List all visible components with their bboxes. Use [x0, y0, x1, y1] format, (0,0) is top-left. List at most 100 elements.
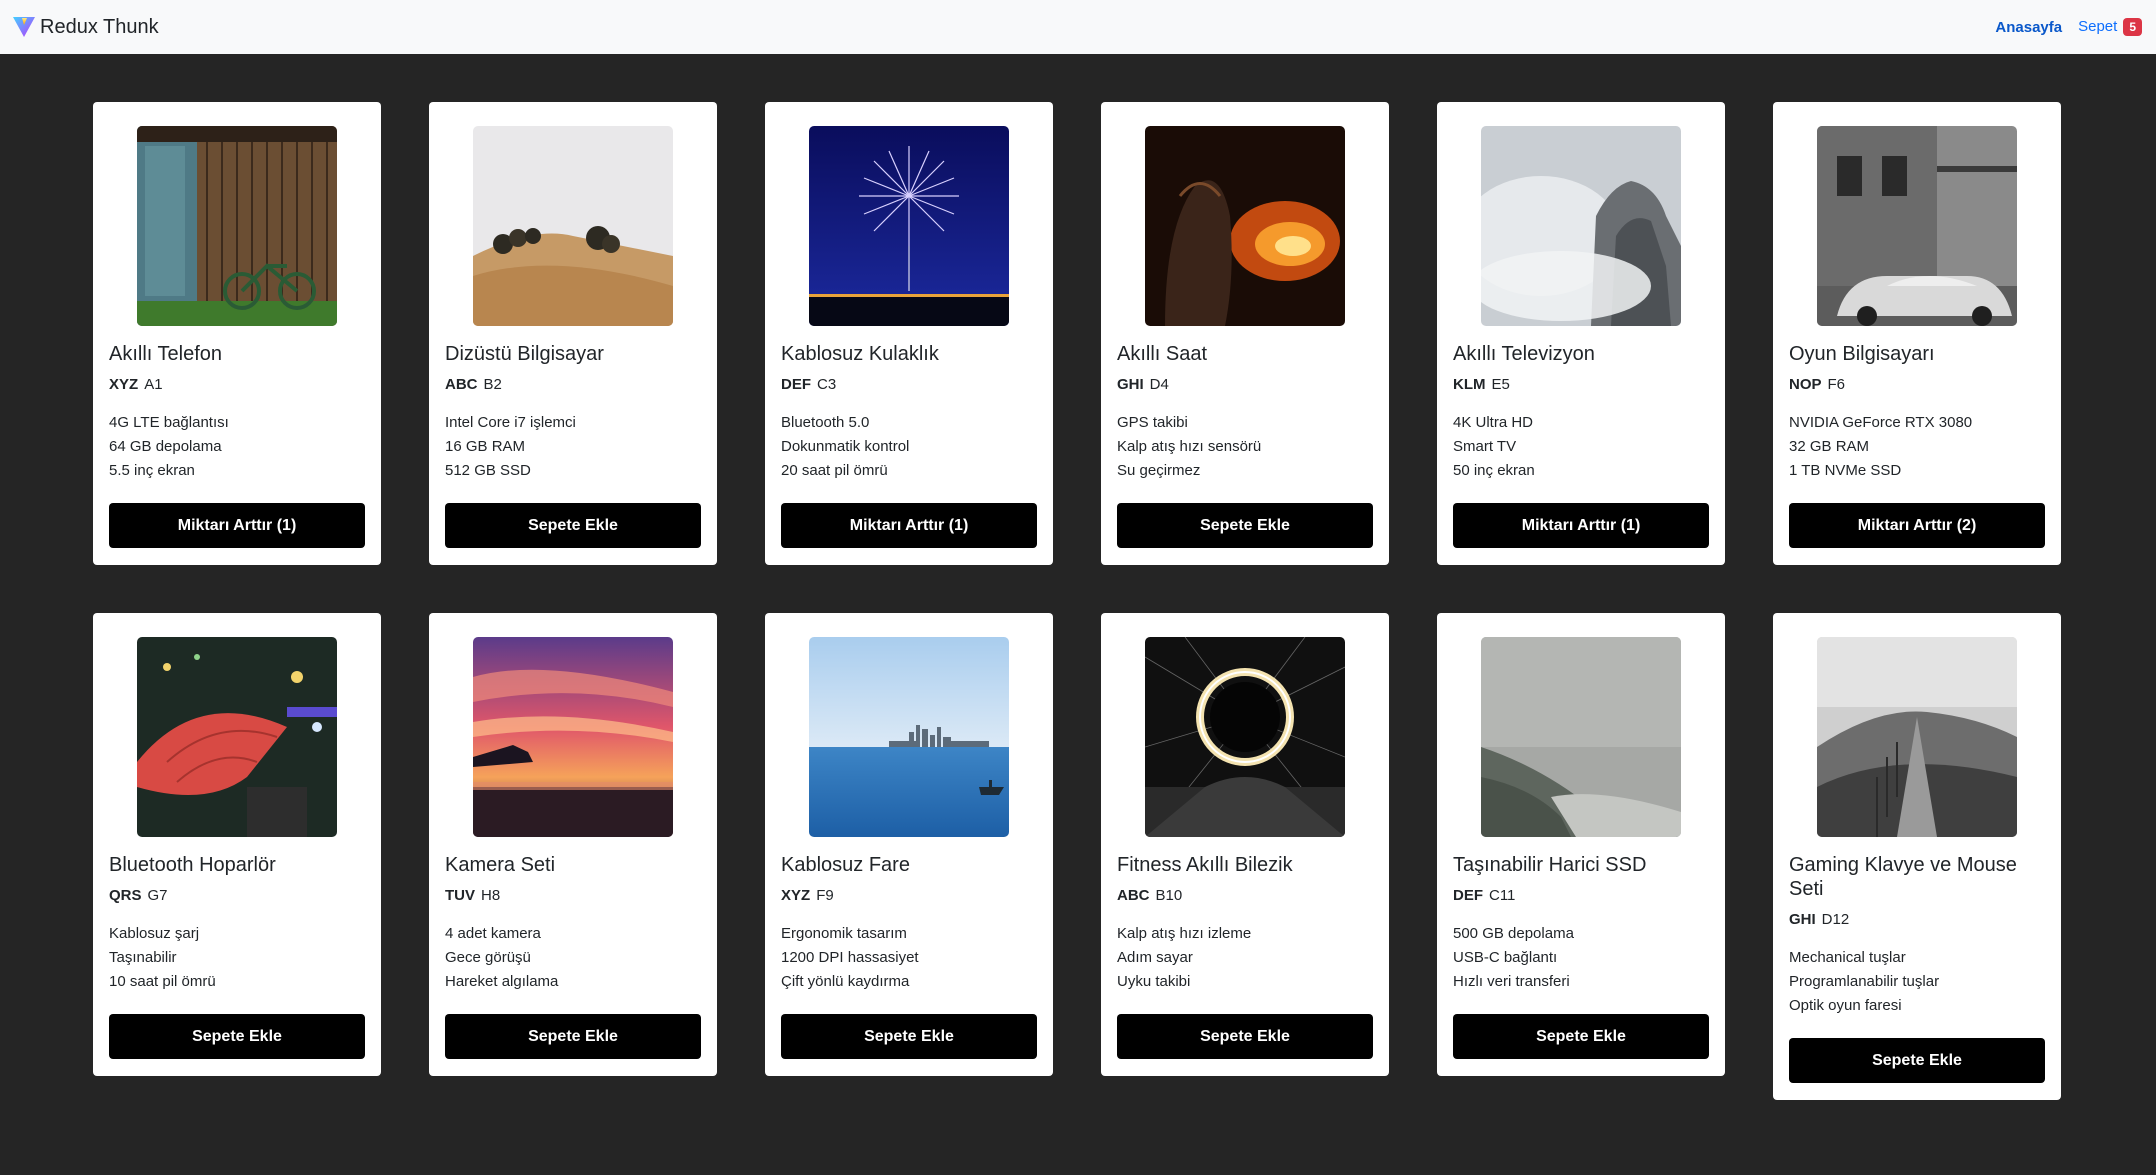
add-to-cart-button[interactable]: Sepete Ekle	[445, 1014, 701, 1059]
product-features: 4K Ultra HD Smart TV 50 inç ekran	[1453, 411, 1709, 483]
product-brand: GHI	[1117, 376, 1144, 393]
feature-item: 16 GB RAM	[445, 438, 526, 455]
product-brand: TUV	[445, 887, 475, 904]
product-image	[1817, 637, 2017, 837]
product-code: XYZ A1	[109, 376, 365, 393]
product-card: Akıllı Saat GHI D4 GPS takibi Kalp atış h…	[1101, 102, 1389, 565]
nav-links: Anasayfa Sepet 5	[1995, 18, 2142, 36]
vite-logo-icon	[13, 17, 35, 37]
feature-item: 4K Ultra HD	[1453, 414, 1534, 431]
feature-item: Kablosuz şarj	[109, 925, 200, 942]
feature-item: Intel Core i7 işlemci	[445, 414, 576, 431]
product-features: Kalp atış hızı izleme Adım sayar Uyku ta…	[1117, 922, 1373, 994]
product-card: Fitness Akıllı Bilezik ABC B10 Kalp atış …	[1101, 613, 1389, 1076]
product-card: Kablosuz Kulaklık DEF C3 Bluetooth 5.0 Do…	[765, 102, 1053, 565]
product-features: 4G LTE bağlantısı 64 GB depolama 5.5 inç…	[109, 411, 365, 483]
product-code: ABC B2	[445, 376, 701, 393]
product-brand: XYZ	[109, 376, 139, 393]
add-to-cart-button[interactable]: Sepete Ekle	[1117, 503, 1373, 548]
feature-item: Dokunmatik kontrol	[781, 438, 910, 455]
feature-item: Adım sayar	[1117, 949, 1193, 966]
add-to-cart-button[interactable]: Sepete Ekle	[1789, 1038, 2045, 1083]
product-title: Fitness Akıllı Bilezik	[1117, 854, 1293, 876]
product-title: Akıllı Saat	[1117, 343, 1208, 365]
product-image	[473, 126, 673, 326]
product-code: KLM E5	[1453, 376, 1709, 393]
brand-link[interactable]: Redux Thunk	[12, 15, 159, 39]
feature-item: 10 saat pil ömrü	[109, 973, 216, 990]
product-model: F6	[1827, 376, 1846, 393]
cart-count-badge: 5	[2123, 18, 2142, 36]
nav-cart-link[interactable]: Sepet 5	[2078, 18, 2142, 36]
product-card: Kablosuz Fare XYZ F9 Ergonomik tasarım 12…	[765, 613, 1053, 1076]
product-model: F9	[816, 887, 834, 904]
product-image	[137, 126, 337, 326]
product-features: Mechanical tuşlar Programlanabilir tuşla…	[1789, 946, 2045, 1018]
product-code: NOP F6	[1789, 376, 2045, 393]
product-title: Kamera Seti	[445, 854, 556, 876]
cart-label: Sepet	[2078, 18, 2118, 35]
feature-item: 5.5 inç ekran	[109, 462, 195, 479]
add-to-cart-button[interactable]: Sepete Ekle	[1117, 1014, 1373, 1059]
feature-item: Mechanical tuşlar	[1789, 949, 1906, 966]
product-brand: ABC	[445, 376, 478, 393]
product-model: C11	[1489, 887, 1516, 904]
feature-item: 64 GB depolama	[109, 438, 222, 455]
feature-item: Çift yönlü kaydırma	[781, 973, 910, 990]
product-code: XYZ F9	[781, 887, 1037, 904]
feature-item: 1 TB NVMe SSD	[1789, 462, 1902, 479]
product-image	[137, 637, 337, 837]
product-features: Intel Core i7 işlemci 16 GB RAM 512 GB S…	[445, 411, 701, 483]
feature-item: Optik oyun faresi	[1789, 997, 1902, 1014]
product-code: GHI D12	[1789, 911, 2045, 928]
brand-title: Redux Thunk	[40, 15, 159, 38]
product-card: Taşınabilir Harici SSD DEF C11 500 GB dep…	[1437, 613, 1725, 1076]
feature-item: Kalp atış hızı sensörü	[1117, 438, 1262, 455]
product-model: E5	[1491, 376, 1510, 393]
add-to-cart-button[interactable]: Sepete Ekle	[1453, 1014, 1709, 1059]
product-brand: ABC	[1117, 887, 1150, 904]
product-title: Gaming Klavye ve Mouse Seti	[1789, 854, 2017, 900]
product-model: C3	[817, 376, 837, 393]
feature-item: NVIDIA GeForce RTX 3080	[1789, 414, 1973, 431]
product-code: QRS G7	[109, 887, 365, 904]
nav-home-link[interactable]: Anasayfa	[1995, 19, 2062, 36]
add-to-cart-button[interactable]: Sepete Ekle	[109, 1014, 365, 1059]
feature-item: Bluetooth 5.0	[781, 414, 870, 431]
product-card: Dizüstü Bilgisayar ABC B2 Intel Core i7 i…	[429, 102, 717, 565]
product-features: GPS takibi Kalp atış hızı sensörü Su geç…	[1117, 411, 1373, 483]
product-image	[1817, 126, 2017, 326]
product-image	[473, 637, 673, 837]
product-code: ABC B10	[1117, 887, 1373, 904]
product-model: B2	[483, 376, 502, 393]
increase-quantity-button[interactable]: Miktarı Arttır (1)	[781, 503, 1037, 548]
increase-quantity-button[interactable]: Miktarı Arttır (2)	[1789, 503, 2045, 548]
product-title: Oyun Bilgisayarı	[1789, 343, 1935, 365]
feature-item: USB-C bağlantı	[1453, 949, 1558, 966]
feature-item: Taşınabilir	[109, 949, 177, 966]
add-to-cart-button[interactable]: Sepete Ekle	[781, 1014, 1037, 1059]
product-card: Akıllı Telefon XYZ A1 4G LTE bağlantısı 6…	[93, 102, 381, 565]
feature-item: 4 adet kamera	[445, 925, 541, 942]
product-title: Kablosuz Kulaklık	[781, 343, 939, 365]
product-brand: DEF	[781, 376, 811, 393]
product-card: Bluetooth Hoparlör QRS G7 Kablosuz şarj T…	[93, 613, 381, 1076]
product-image	[809, 126, 1009, 326]
feature-item: Hareket algılama	[445, 973, 559, 990]
product-image	[1145, 637, 1345, 837]
product-image	[1481, 126, 1681, 326]
product-features: NVIDIA GeForce RTX 3080 32 GB RAM 1 TB N…	[1789, 411, 2045, 483]
increase-quantity-button[interactable]: Miktarı Arttır (1)	[109, 503, 365, 548]
increase-quantity-button[interactable]: Miktarı Arttır (1)	[1453, 503, 1709, 548]
feature-item: Hızlı veri transferi	[1453, 973, 1570, 990]
navbar: Redux Thunk Anasayfa Sepet 5	[0, 0, 2156, 54]
add-to-cart-button[interactable]: Sepete Ekle	[445, 503, 701, 548]
product-model: H8	[481, 887, 501, 904]
product-features: Kablosuz şarj Taşınabilir 10 saat pil öm…	[109, 922, 365, 994]
feature-item: Su geçirmez	[1117, 462, 1201, 479]
product-image	[1481, 637, 1681, 837]
product-brand: XYZ	[781, 887, 811, 904]
product-code: TUV H8	[445, 887, 701, 904]
product-code: DEF C11	[1453, 887, 1709, 904]
product-brand: QRS	[109, 887, 142, 904]
